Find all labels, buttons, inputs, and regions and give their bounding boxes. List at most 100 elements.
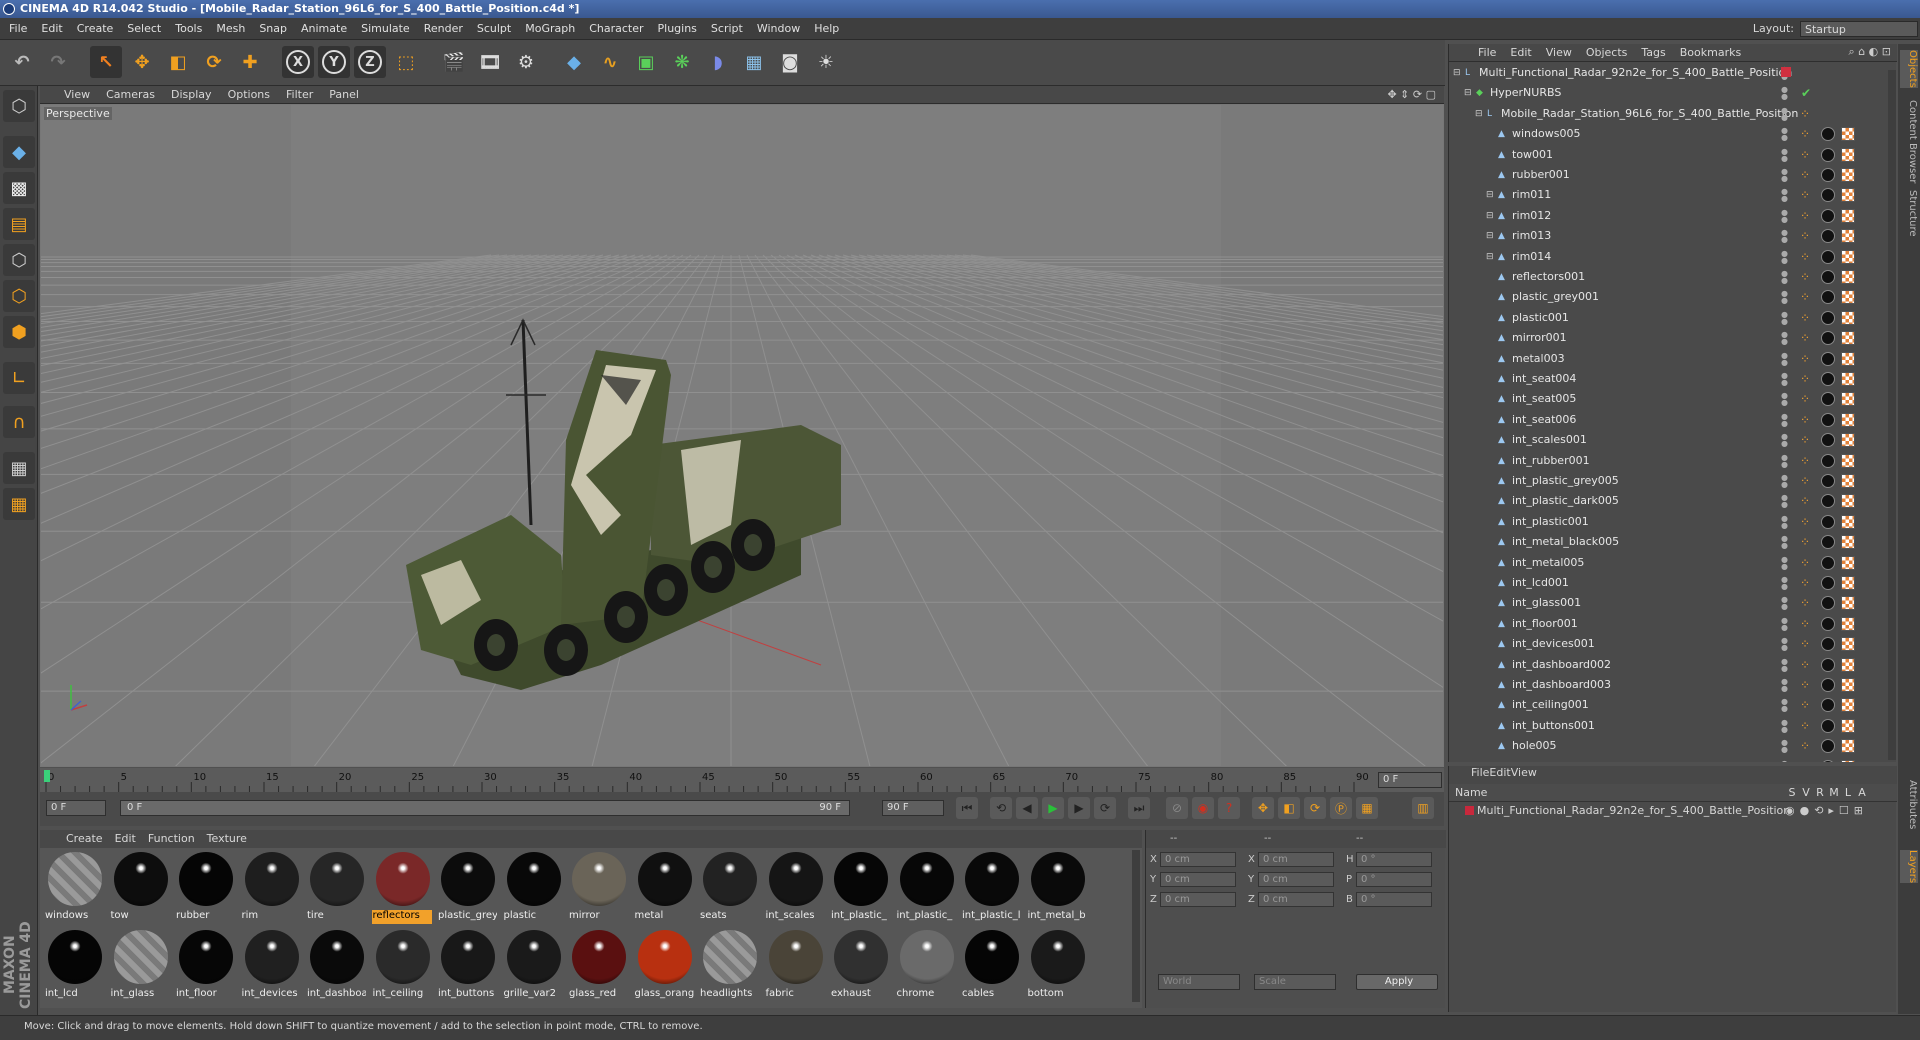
material-tag-icon[interactable] (1821, 453, 1835, 468)
menu-render[interactable]: Render (417, 18, 470, 40)
visibility-dots-icon[interactable]: ● ● (1781, 372, 1795, 387)
material-swatch[interactable]: reflectors (371, 850, 432, 926)
object-menu-bookmarks[interactable]: Bookmarks (1673, 44, 1748, 62)
material-tag-icon[interactable] (1821, 270, 1835, 284)
redo-icon[interactable]: ↷ (42, 46, 74, 78)
menu-snap[interactable]: Snap (252, 18, 294, 40)
phong-tag-icon[interactable]: ⁘ (1800, 454, 1814, 468)
phong-tag-icon[interactable]: ⁘ (1800, 127, 1814, 141)
uvw-tag-icon[interactable] (1841, 433, 1855, 448)
uvw-tag-icon[interactable] (1841, 351, 1855, 366)
material-swatch[interactable]: int_plastic_ (896, 850, 956, 926)
object-row[interactable]: ▲ plastic_grey001 ● ● ⁘ (1449, 287, 1889, 307)
visibility-dots-icon[interactable]: ● ● (1781, 270, 1795, 285)
uvw-tag-icon[interactable] (1841, 698, 1855, 713)
uvw-tag-icon[interactable] (1841, 147, 1855, 162)
phong-tag-icon[interactable]: ⁘ (1800, 433, 1814, 447)
visibility-dots-icon[interactable]: ● ● (1781, 433, 1795, 448)
layout-selector[interactable]: Layout: Startup (1753, 18, 1918, 40)
viewport-menu-cameras[interactable]: Cameras (98, 86, 163, 104)
material-swatch[interactable]: int_metal_b (1027, 850, 1087, 926)
object-row[interactable]: ▲ int_dashboard002 ● ● ⁘ (1449, 655, 1889, 675)
object-row[interactable]: ▲ int_scales001 ● ● ⁘ (1449, 430, 1889, 450)
uvw-tag-icon[interactable] (1841, 208, 1855, 223)
menu-select[interactable]: Select (120, 18, 168, 40)
z-axis-icon[interactable]: Z (354, 46, 386, 78)
visibility-dots-icon[interactable]: ● ● (1781, 739, 1795, 754)
uvw-tag-icon[interactable] (1841, 392, 1855, 407)
menu-animate[interactable]: Animate (294, 18, 354, 40)
menu-help[interactable]: Help (807, 18, 846, 40)
last-tool-icon[interactable]: ✚ (234, 46, 266, 78)
material-swatch[interactable]: rim (241, 850, 301, 926)
phong-tag-icon[interactable]: ⁘ (1800, 637, 1814, 651)
material-swatch[interactable]: fabric (765, 928, 825, 1004)
visibility-dots-icon[interactable]: ● ● (1781, 657, 1795, 672)
end-frame-field[interactable]: 90 F (882, 800, 944, 816)
menu-file[interactable]: File (2, 18, 34, 40)
object-row[interactable]: ▲ int_ceiling001 ● ● ⁘ (1449, 695, 1889, 715)
object-row[interactable]: ⊟ L Mobile_Radar_Station_96L6_for_S_400_Ba… (1449, 104, 1889, 124)
phong-tag-icon[interactable]: ⁘ (1800, 658, 1814, 672)
workplane-lock-icon[interactable]: ▦ (3, 452, 35, 484)
layer-menu-edit[interactable]: Edit (1489, 766, 1510, 779)
layer-toggle-icons[interactable]: ◉●⟲▸☐⊞ (1785, 802, 1868, 820)
visibility-dots-icon[interactable]: ● ● (1781, 474, 1795, 489)
enabled-check-icon[interactable]: ✔ (1801, 83, 1811, 103)
polygons-mode-icon[interactable]: ⬢ (3, 316, 35, 348)
visibility-dots-icon[interactable]: ● ● (1781, 759, 1795, 762)
start-frame-field[interactable]: 0 F (46, 800, 106, 816)
key-scale-icon[interactable]: ◧ (1278, 797, 1300, 819)
object-row[interactable]: ▲ int_lcd001 ● ● ⁘ (1449, 573, 1889, 593)
menu-simulate[interactable]: Simulate (354, 18, 417, 40)
object-row[interactable]: ▲ int_plastic001 ● ● ⁘ (1449, 512, 1889, 532)
render-view-icon[interactable]: 🎬 (438, 46, 470, 78)
expand-toggle-icon[interactable]: ⊟ (1475, 109, 1485, 119)
expand-toggle-icon[interactable]: ⊟ (1486, 190, 1496, 200)
visibility-dots-icon[interactable]: ● ● (1781, 453, 1795, 468)
prev-key-icon[interactable]: ⟲ (990, 797, 1012, 819)
visibility-dots-icon[interactable]: ● ● (1781, 535, 1795, 550)
uvw-tag-icon[interactable] (1841, 555, 1855, 570)
material-tag-icon[interactable] (1821, 739, 1835, 754)
material-tag-icon[interactable] (1821, 535, 1835, 550)
object-row[interactable]: ▲ int_floor001 ● ● ⁘ (1449, 614, 1889, 634)
material-swatch[interactable]: int_scales (765, 850, 825, 926)
model-mode-icon[interactable]: ◆ (3, 136, 35, 168)
uvw-tag-icon[interactable] (1841, 718, 1855, 733)
object-row[interactable]: ⊟ ▲ rim014 ● ● ⁘ (1449, 247, 1889, 267)
side-tab-content-browser[interactable]: Content Browser (1900, 100, 1918, 183)
object-menu-edit[interactable]: Edit (1503, 44, 1538, 62)
visibility-dots-icon[interactable]: ● ● (1781, 147, 1795, 162)
next-frame-icon[interactable]: ▶ (1068, 797, 1090, 819)
layer-menu-file[interactable]: File (1471, 766, 1489, 779)
key-rotation-icon[interactable]: ⟳ (1304, 797, 1326, 819)
coord-value-field[interactable]: 0 cm (1160, 892, 1236, 907)
layer-menu-view[interactable]: View (1511, 766, 1537, 779)
material-tag-icon[interactable] (1821, 474, 1835, 488)
material-tag-icon[interactable] (1821, 616, 1835, 631)
object-row[interactable]: ▲ int_buttons001 ● ● ⁘ (1449, 716, 1889, 736)
object-row[interactable]: ▲ plastic001 ● ● ⁘ (1449, 308, 1889, 328)
viewport-menu-view[interactable]: View (56, 86, 98, 104)
points-mode-icon[interactable]: ⬡ (3, 244, 35, 276)
uvw-tag-icon[interactable] (1841, 412, 1855, 427)
uvw-tag-icon[interactable] (1841, 453, 1855, 468)
object-row[interactable]: ▲grille003● ●⁘ (1449, 757, 1889, 762)
menu-mesh[interactable]: Mesh (209, 18, 252, 40)
play-icon[interactable]: ▶ (1042, 797, 1064, 819)
uvw-tag-icon[interactable] (1841, 127, 1855, 142)
visibility-dots-icon[interactable]: ● ● (1781, 616, 1795, 631)
menu-create[interactable]: Create (70, 18, 121, 40)
material-swatch[interactable]: plastic_grey (437, 850, 497, 926)
material-tag-icon[interactable] (1821, 208, 1835, 223)
key-parameter-icon[interactable]: Ⓟ (1330, 797, 1352, 819)
side-tab-attributes[interactable]: Attributes (1900, 780, 1918, 829)
material-swatch[interactable]: int_glass (110, 928, 170, 1004)
visibility-dots-icon[interactable]: ● ● (1781, 188, 1795, 203)
cube-icon[interactable]: ◆ (558, 46, 590, 78)
menu-character[interactable]: Character (582, 18, 650, 40)
menu-window[interactable]: Window (750, 18, 807, 40)
object-row[interactable]: ▲ int_plastic_grey005 ● ● ⁘ (1449, 471, 1889, 491)
snap-icon[interactable]: ∩ (3, 406, 35, 438)
